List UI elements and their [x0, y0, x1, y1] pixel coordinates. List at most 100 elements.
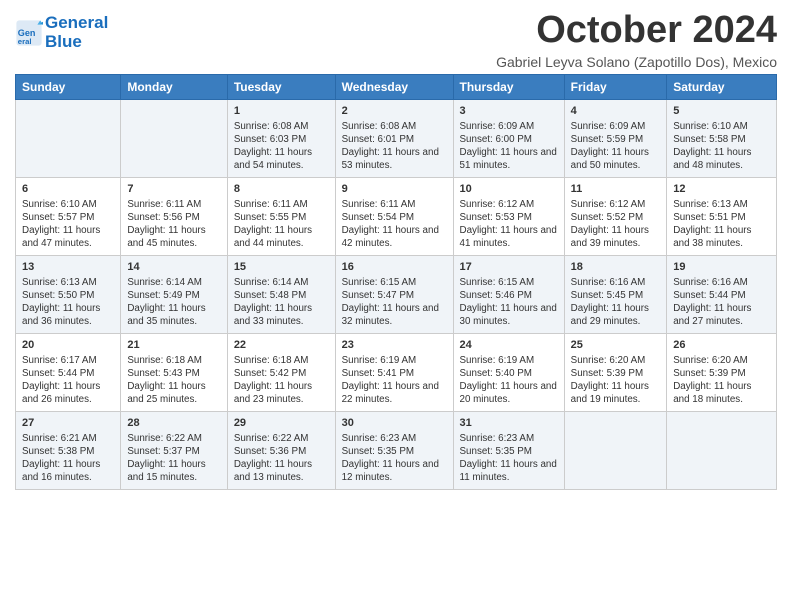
day-cell: 10Sunrise: 6:12 AM Sunset: 5:53 PM Dayli…	[453, 177, 564, 255]
day-cell: 20Sunrise: 6:17 AM Sunset: 5:44 PM Dayli…	[16, 333, 121, 411]
day-info: Sunrise: 6:08 AM Sunset: 6:01 PM Dayligh…	[342, 120, 447, 173]
day-number: 21	[127, 338, 220, 353]
week-row-5: 27Sunrise: 6:21 AM Sunset: 5:38 PM Dayli…	[16, 411, 777, 489]
day-number: 18	[571, 260, 661, 275]
day-number: 20	[22, 338, 114, 353]
day-info: Sunrise: 6:10 AM Sunset: 5:58 PM Dayligh…	[673, 120, 770, 173]
day-cell: 17Sunrise: 6:15 AM Sunset: 5:46 PM Dayli…	[453, 255, 564, 333]
day-cell: 21Sunrise: 6:18 AM Sunset: 5:43 PM Dayli…	[121, 333, 227, 411]
header-cell-tuesday: Tuesday	[227, 74, 335, 99]
day-cell: 11Sunrise: 6:12 AM Sunset: 5:52 PM Dayli…	[564, 177, 667, 255]
day-info: Sunrise: 6:17 AM Sunset: 5:44 PM Dayligh…	[22, 354, 114, 407]
day-info: Sunrise: 6:23 AM Sunset: 5:35 PM Dayligh…	[460, 432, 558, 485]
day-cell: 4Sunrise: 6:09 AM Sunset: 5:59 PM Daylig…	[564, 99, 667, 177]
month-title: October 2024	[496, 10, 777, 52]
day-number: 4	[571, 104, 661, 119]
day-cell: 3Sunrise: 6:09 AM Sunset: 6:00 PM Daylig…	[453, 99, 564, 177]
day-number: 24	[460, 338, 558, 353]
day-cell	[667, 411, 777, 489]
day-cell: 28Sunrise: 6:22 AM Sunset: 5:37 PM Dayli…	[121, 411, 227, 489]
day-info: Sunrise: 6:11 AM Sunset: 5:55 PM Dayligh…	[234, 198, 329, 251]
day-info: Sunrise: 6:13 AM Sunset: 5:51 PM Dayligh…	[673, 198, 770, 251]
day-cell: 18Sunrise: 6:16 AM Sunset: 5:45 PM Dayli…	[564, 255, 667, 333]
day-number: 17	[460, 260, 558, 275]
header-cell-saturday: Saturday	[667, 74, 777, 99]
day-info: Sunrise: 6:23 AM Sunset: 5:35 PM Dayligh…	[342, 432, 447, 485]
day-cell: 25Sunrise: 6:20 AM Sunset: 5:39 PM Dayli…	[564, 333, 667, 411]
day-info: Sunrise: 6:08 AM Sunset: 6:03 PM Dayligh…	[234, 120, 329, 173]
day-info: Sunrise: 6:16 AM Sunset: 5:44 PM Dayligh…	[673, 276, 770, 329]
day-cell: 15Sunrise: 6:14 AM Sunset: 5:48 PM Dayli…	[227, 255, 335, 333]
day-number: 23	[342, 338, 447, 353]
day-info: Sunrise: 6:12 AM Sunset: 5:52 PM Dayligh…	[571, 198, 661, 251]
day-number: 22	[234, 338, 329, 353]
day-info: Sunrise: 6:14 AM Sunset: 5:48 PM Dayligh…	[234, 276, 329, 329]
day-number: 14	[127, 260, 220, 275]
day-cell	[16, 99, 121, 177]
day-cell: 26Sunrise: 6:20 AM Sunset: 5:39 PM Dayli…	[667, 333, 777, 411]
week-row-3: 13Sunrise: 6:13 AM Sunset: 5:50 PM Dayli…	[16, 255, 777, 333]
day-number: 11	[571, 182, 661, 197]
day-cell	[564, 411, 667, 489]
day-number: 7	[127, 182, 220, 197]
day-info: Sunrise: 6:14 AM Sunset: 5:49 PM Dayligh…	[127, 276, 220, 329]
day-cell: 1Sunrise: 6:08 AM Sunset: 6:03 PM Daylig…	[227, 99, 335, 177]
day-number: 15	[234, 260, 329, 275]
header-cell-sunday: Sunday	[16, 74, 121, 99]
day-info: Sunrise: 6:16 AM Sunset: 5:45 PM Dayligh…	[571, 276, 661, 329]
day-number: 12	[673, 182, 770, 197]
day-info: Sunrise: 6:18 AM Sunset: 5:42 PM Dayligh…	[234, 354, 329, 407]
day-number: 29	[234, 416, 329, 431]
header-cell-thursday: Thursday	[453, 74, 564, 99]
day-number: 27	[22, 416, 114, 431]
day-number: 10	[460, 182, 558, 197]
day-number: 6	[22, 182, 114, 197]
day-info: Sunrise: 6:13 AM Sunset: 5:50 PM Dayligh…	[22, 276, 114, 329]
day-info: Sunrise: 6:12 AM Sunset: 5:53 PM Dayligh…	[460, 198, 558, 251]
day-number: 9	[342, 182, 447, 197]
day-info: Sunrise: 6:09 AM Sunset: 5:59 PM Dayligh…	[571, 120, 661, 173]
day-cell: 9Sunrise: 6:11 AM Sunset: 5:54 PM Daylig…	[335, 177, 453, 255]
logo: Gen eral General Blue	[15, 14, 108, 51]
header-cell-friday: Friday	[564, 74, 667, 99]
header-row: SundayMondayTuesdayWednesdayThursdayFrid…	[16, 74, 777, 99]
day-number: 8	[234, 182, 329, 197]
day-number: 16	[342, 260, 447, 275]
header-cell-monday: Monday	[121, 74, 227, 99]
day-info: Sunrise: 6:18 AM Sunset: 5:43 PM Dayligh…	[127, 354, 220, 407]
svg-text:eral: eral	[18, 37, 32, 46]
logo-icon: Gen eral	[15, 19, 43, 47]
day-cell: 16Sunrise: 6:15 AM Sunset: 5:47 PM Dayli…	[335, 255, 453, 333]
day-cell: 23Sunrise: 6:19 AM Sunset: 5:41 PM Dayli…	[335, 333, 453, 411]
day-cell: 13Sunrise: 6:13 AM Sunset: 5:50 PM Dayli…	[16, 255, 121, 333]
calendar-page: Gen eral General Blue October 2024 Gabri…	[0, 0, 792, 500]
day-info: Sunrise: 6:21 AM Sunset: 5:38 PM Dayligh…	[22, 432, 114, 485]
calendar-table: SundayMondayTuesdayWednesdayThursdayFrid…	[15, 74, 777, 490]
day-number: 1	[234, 104, 329, 119]
day-info: Sunrise: 6:11 AM Sunset: 5:56 PM Dayligh…	[127, 198, 220, 251]
week-row-2: 6Sunrise: 6:10 AM Sunset: 5:57 PM Daylig…	[16, 177, 777, 255]
day-number: 2	[342, 104, 447, 119]
header-cell-wednesday: Wednesday	[335, 74, 453, 99]
day-cell: 19Sunrise: 6:16 AM Sunset: 5:44 PM Dayli…	[667, 255, 777, 333]
day-number: 28	[127, 416, 220, 431]
day-number: 25	[571, 338, 661, 353]
day-info: Sunrise: 6:09 AM Sunset: 6:00 PM Dayligh…	[460, 120, 558, 173]
day-number: 19	[673, 260, 770, 275]
day-cell: 2Sunrise: 6:08 AM Sunset: 6:01 PM Daylig…	[335, 99, 453, 177]
day-info: Sunrise: 6:19 AM Sunset: 5:41 PM Dayligh…	[342, 354, 447, 407]
week-row-4: 20Sunrise: 6:17 AM Sunset: 5:44 PM Dayli…	[16, 333, 777, 411]
day-cell: 24Sunrise: 6:19 AM Sunset: 5:40 PM Dayli…	[453, 333, 564, 411]
day-cell: 22Sunrise: 6:18 AM Sunset: 5:42 PM Dayli…	[227, 333, 335, 411]
title-block: October 2024 Gabriel Leyva Solano (Zapot…	[496, 10, 777, 70]
day-info: Sunrise: 6:20 AM Sunset: 5:39 PM Dayligh…	[673, 354, 770, 407]
day-info: Sunrise: 6:19 AM Sunset: 5:40 PM Dayligh…	[460, 354, 558, 407]
day-cell: 6Sunrise: 6:10 AM Sunset: 5:57 PM Daylig…	[16, 177, 121, 255]
day-info: Sunrise: 6:11 AM Sunset: 5:54 PM Dayligh…	[342, 198, 447, 251]
day-number: 31	[460, 416, 558, 431]
day-number: 3	[460, 104, 558, 119]
day-info: Sunrise: 6:22 AM Sunset: 5:37 PM Dayligh…	[127, 432, 220, 485]
day-info: Sunrise: 6:10 AM Sunset: 5:57 PM Dayligh…	[22, 198, 114, 251]
day-number: 13	[22, 260, 114, 275]
day-cell	[121, 99, 227, 177]
